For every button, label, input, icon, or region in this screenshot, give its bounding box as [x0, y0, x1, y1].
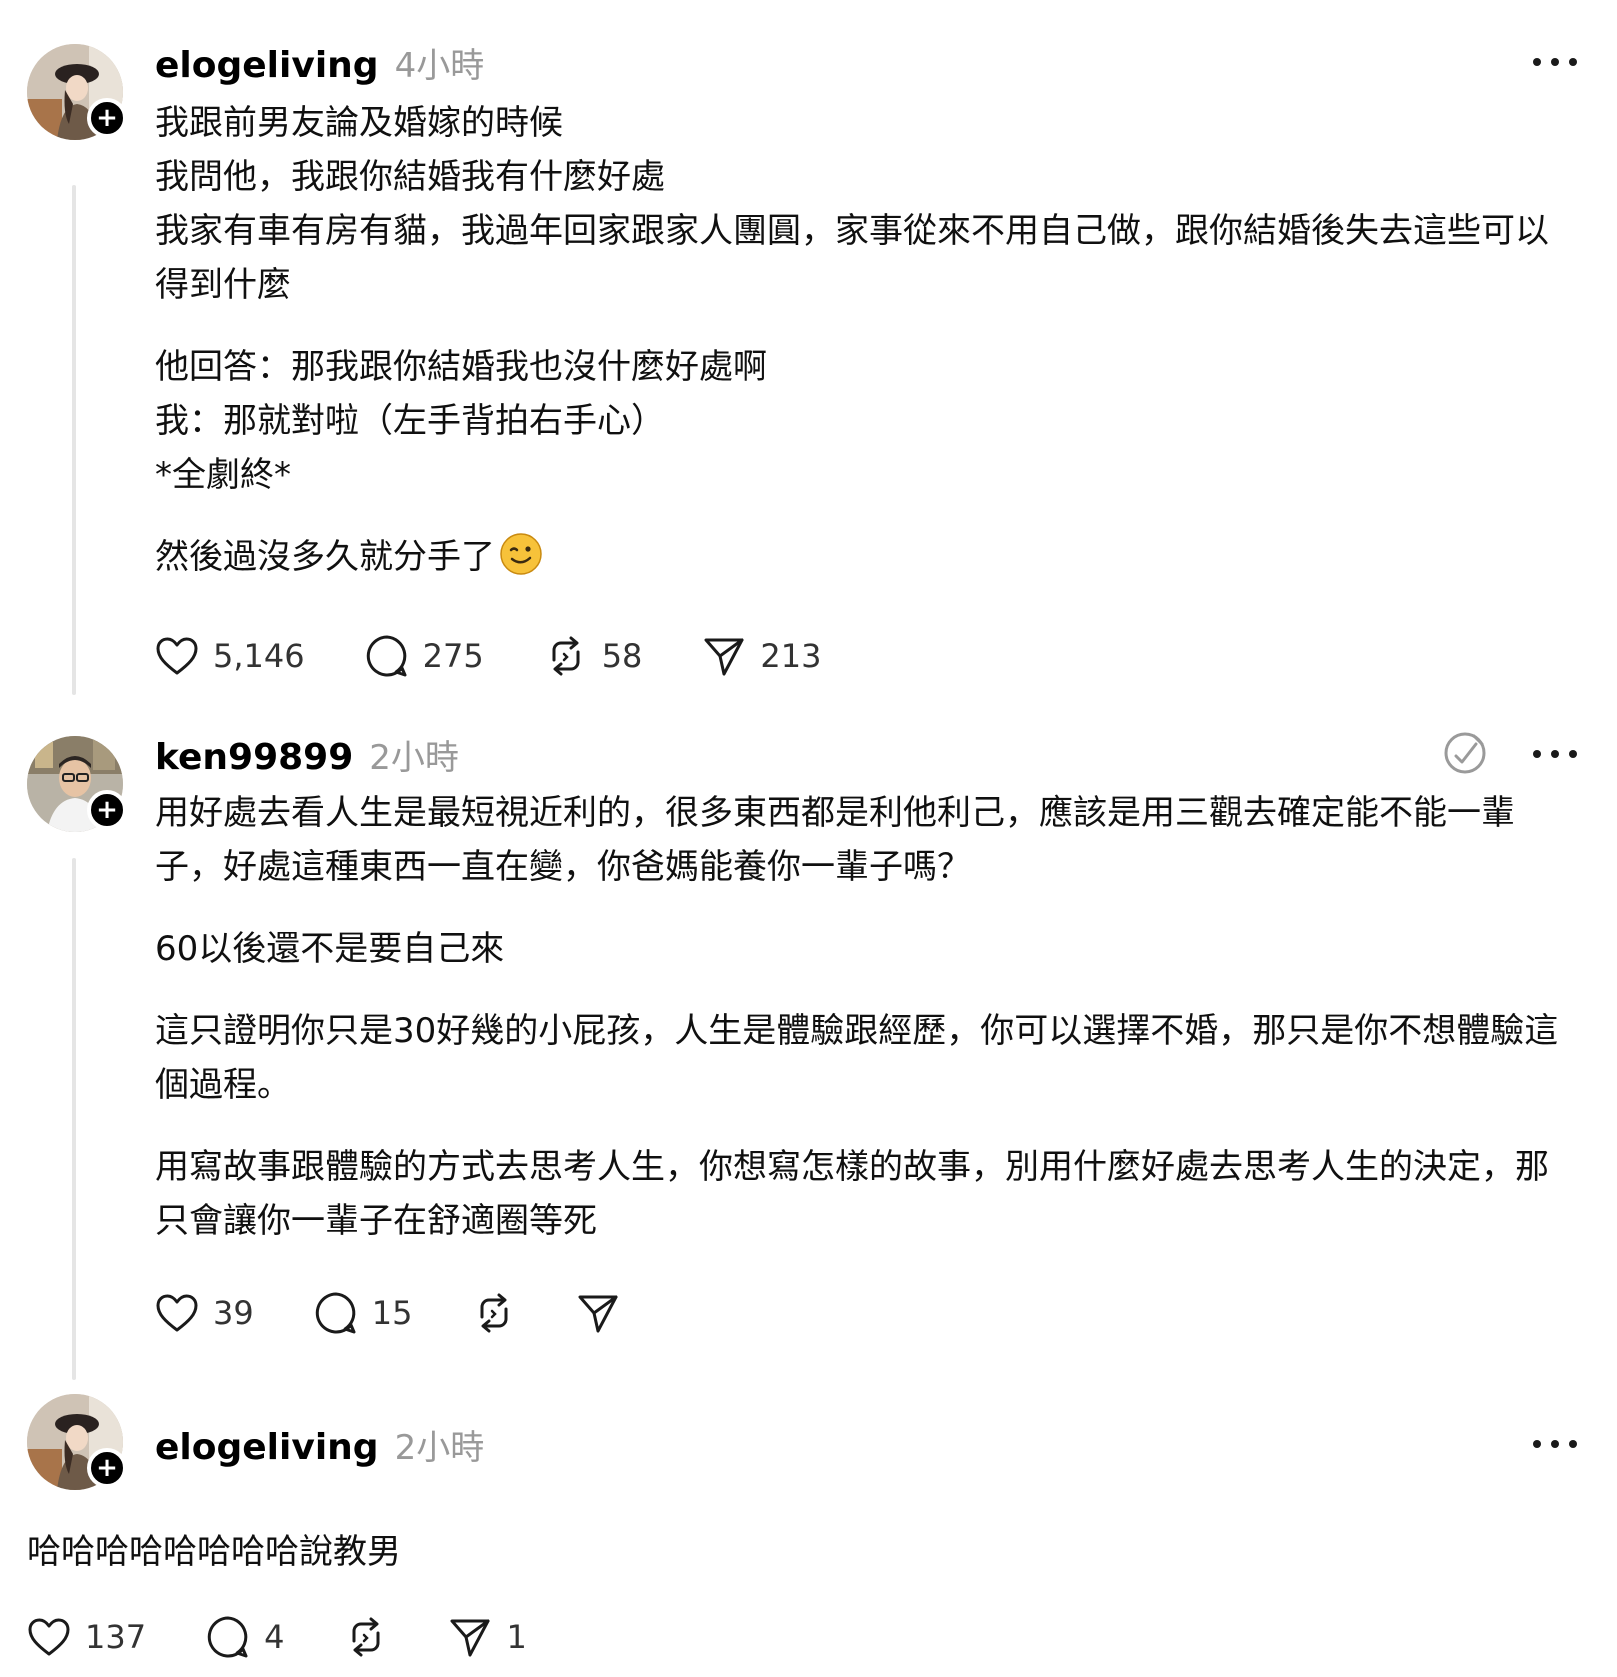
comment-bubble-icon	[315, 1292, 356, 1334]
winking-face-emoji-icon	[500, 533, 542, 575]
dot	[1533, 1440, 1541, 1448]
action-bar: 39 15	[155, 1288, 680, 1338]
dot	[1569, 1440, 1577, 1448]
comment-button[interactable]: 4	[206, 1615, 284, 1659]
dot	[1569, 750, 1577, 758]
like-count: 5,146	[213, 637, 305, 675]
post-body: 哈哈哈哈哈哈哈哈說教男	[27, 1525, 1577, 1579]
follow-plus-icon[interactable]: +	[87, 790, 127, 830]
thread-line	[72, 858, 76, 1380]
dot	[1551, 58, 1559, 66]
repost-icon	[552, 636, 580, 676]
timestamp[interactable]: 2小時	[395, 1420, 485, 1469]
post-body: 我跟前男友論及婚嫁的時候 我問他，我跟你結婚我有什麼好處 我家有車有房有貓，我過…	[155, 96, 1577, 584]
heart-icon	[156, 637, 198, 675]
like-button[interactable]: 39	[155, 1293, 254, 1333]
action-bar: 137 4 1	[27, 1612, 587, 1662]
share-count: 1	[506, 1618, 527, 1656]
repost-count: 58	[601, 637, 643, 675]
comment-button[interactable]: 275	[365, 634, 484, 678]
like-button[interactable]: 5,146	[155, 636, 305, 676]
share-button[interactable]: 213	[702, 634, 821, 678]
repost-icon	[352, 1617, 380, 1657]
send-icon	[450, 1619, 490, 1657]
paragraph: 我跟前男友論及婚嫁的時候 我問他，我跟你結婚我有什麼好處 我家有車有房有貓，我過…	[155, 103, 1549, 305]
comment-button[interactable]: 15	[314, 1291, 413, 1335]
comment-count: 275	[422, 637, 484, 675]
paragraph: 他回答：那我跟你結婚我也沒什麼好處啊 我：那就對啦（左手背拍右手心） *全劇終*	[155, 347, 767, 495]
username[interactable]: elogeliving	[155, 45, 379, 86]
heart-icon	[28, 1618, 70, 1656]
timestamp[interactable]: 2小時	[369, 730, 459, 779]
post-header: elogeliving 2小時	[155, 1420, 484, 1470]
paragraph: 哈哈哈哈哈哈哈哈說教男	[27, 1532, 401, 1572]
dot	[1551, 1440, 1559, 1448]
comment-bubble-icon	[366, 635, 407, 677]
paragraph: 用好處去看人生是最短視近利的，很多東西都是利他利己，應該是用三觀去確定能不能一輩…	[155, 793, 1515, 887]
paragraph: 60以後還不是要自己來	[155, 929, 505, 969]
comment-bubble-icon	[207, 1616, 248, 1658]
dot	[1533, 750, 1541, 758]
share-button[interactable]: 1	[448, 1615, 527, 1659]
post-body: 用好處去看人生是最短視近利的，很多東西都是利他利己，應該是用三觀去確定能不能一輩…	[155, 786, 1577, 1248]
comment-count: 4	[264, 1618, 285, 1656]
paragraph: 這只證明你只是30好幾的小屁孩，人生是體驗跟經歷，你可以選擇不婚，那只是你不想體…	[155, 1011, 1559, 1105]
heart-icon	[156, 1294, 198, 1332]
post-1: + elogeliving 4小時 我跟前男友論及婚嫁的時候 我問他，我跟你結婚…	[0, 0, 1617, 700]
follow-plus-icon[interactable]: +	[87, 98, 127, 138]
paragraph-text: 然後過沒多久就分手了	[155, 537, 495, 577]
dot	[1569, 58, 1577, 66]
dot	[1551, 750, 1559, 758]
post-header: elogeliving 4小時	[155, 38, 484, 88]
translate-icon[interactable]	[1442, 730, 1488, 776]
timestamp[interactable]: 4小時	[395, 38, 485, 87]
more-icon[interactable]	[1533, 742, 1577, 766]
share-count: 213	[760, 637, 822, 675]
paragraph: 用寫故事跟體驗的方式去思考人生，你想寫怎樣的故事，別用什麼好處去思考人生的決定，…	[155, 1147, 1549, 1241]
username[interactable]: ken99899	[155, 737, 353, 778]
more-icon[interactable]	[1533, 1432, 1577, 1456]
like-button[interactable]: 137	[27, 1617, 146, 1657]
repost-button[interactable]	[472, 1291, 516, 1335]
post-3: + elogeliving 2小時 哈哈哈哈哈哈哈哈說教男 137 4 1	[0, 1390, 1617, 1677]
send-icon	[704, 638, 744, 676]
paragraph: 然後過沒多久就分手了	[155, 530, 1577, 584]
post-header: ken99899 2小時	[155, 730, 459, 780]
more-icon[interactable]	[1533, 50, 1577, 74]
like-count: 39	[213, 1294, 254, 1332]
repost-button[interactable]	[344, 1615, 388, 1659]
comment-count: 15	[371, 1294, 413, 1332]
send-icon	[578, 1295, 618, 1333]
repost-button[interactable]: 58	[544, 634, 643, 678]
action-bar: 5,146 275 58 213	[155, 631, 881, 681]
username[interactable]: elogeliving	[155, 1427, 379, 1468]
post-2: + ken99899 2小時 用好處去看人生是最短視近利的，很多東西都是利他利己…	[0, 700, 1617, 1390]
dot	[1533, 58, 1541, 66]
share-button[interactable]	[576, 1291, 620, 1335]
follow-plus-icon[interactable]: +	[87, 1448, 127, 1488]
repost-icon	[480, 1293, 508, 1333]
thread-line	[72, 185, 76, 695]
like-count: 137	[85, 1618, 147, 1656]
